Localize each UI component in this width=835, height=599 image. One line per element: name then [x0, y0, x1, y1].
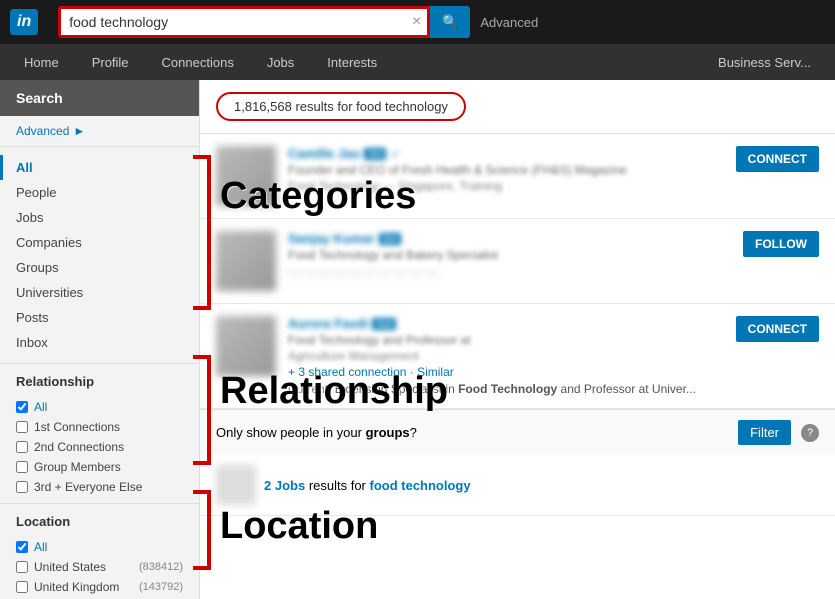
filter-2nd-checkbox[interactable]: [16, 441, 28, 453]
filter-us-count: (838412): [139, 561, 183, 573]
sidebar-search-header: Search: [0, 80, 199, 116]
filter-button[interactable]: Filter: [738, 420, 791, 445]
result-title: Food Technology and Professor at: [288, 333, 724, 347]
connect-button-3[interactable]: CONNECT: [736, 316, 819, 342]
location-section: Location All United States (838412) Unit…: [0, 503, 199, 599]
nav-interests[interactable]: Interests: [313, 44, 391, 80]
nav-business: Business Serv...: [704, 55, 825, 70]
nav-home[interactable]: Home: [10, 44, 73, 80]
degree-badge: 2nd: [372, 318, 396, 330]
result-name: Aurora Fasdi 2nd: [288, 316, 724, 331]
jobs-result: 2 Jobs results for food technology: [200, 455, 835, 516]
filter-3rd-everyone[interactable]: 3rd + Everyone Else: [16, 477, 183, 497]
category-inbox[interactable]: Inbox: [0, 330, 199, 355]
filter-us-label: United States: [34, 560, 106, 574]
filter-all-checkbox[interactable]: [16, 401, 28, 413]
filter-1st-connections[interactable]: 1st Connections: [16, 417, 183, 437]
filter-group-label: Group Members: [34, 460, 121, 474]
filter-2nd-connections[interactable]: 2nd Connections: [16, 437, 183, 457]
result-name: Sanjay Kumar 3rd: [288, 231, 731, 246]
result-subtitle: Food Technology — Singapore, Training: [288, 179, 724, 193]
filter-2nd-label: 2nd Connections: [34, 440, 124, 454]
follow-button[interactable]: FOLLOW: [743, 231, 819, 257]
sidebar-advanced-link[interactable]: Advanced ►: [0, 116, 199, 147]
search-input[interactable]: [61, 14, 406, 30]
category-companies[interactable]: Companies: [0, 230, 199, 255]
filter-us-checkbox[interactable]: [16, 561, 28, 573]
category-universities[interactable]: Universities: [0, 280, 199, 305]
relationship-section: Relationship All 1st Connections 2nd Con…: [0, 363, 199, 503]
filter-us[interactable]: United States (838412): [16, 557, 183, 577]
filter-uk-checkbox[interactable]: [16, 581, 28, 593]
results-count-box: 1,816,568 results for food technology: [216, 92, 466, 121]
category-list: All People Jobs Companies Groups Univers…: [0, 147, 199, 363]
nav-bar: Home Profile Connections Jobs Interests …: [0, 44, 835, 80]
results-area: 1,816,568 results for food technology Ca…: [200, 80, 835, 599]
nav-profile[interactable]: Profile: [78, 44, 143, 80]
results-header: 1,816,568 results for food technology: [200, 80, 835, 134]
filter-uk-count: (143792): [139, 581, 183, 593]
help-icon[interactable]: ?: [801, 424, 819, 442]
connect-button[interactable]: CONNECT: [736, 146, 819, 172]
search-bar: ×: [58, 6, 430, 38]
clear-icon[interactable]: ×: [406, 13, 427, 31]
result-name: Camille Jao 3rd ✓: [288, 146, 724, 161]
top-bar: in × 🔍 Advanced: [0, 0, 835, 44]
filter-3rd-label: 3rd + Everyone Else: [34, 480, 142, 494]
chevron-right-icon: ►: [73, 124, 85, 138]
results-count-text: 1,816,568 results for food technology: [234, 99, 448, 114]
filter-uk-label: United Kingdom: [34, 580, 119, 594]
category-groups[interactable]: Groups: [0, 255, 199, 280]
filter-bar-text: Only show people in your groups?: [216, 425, 417, 440]
result-title: Founder and CEO of Fresh Health & Scienc…: [288, 163, 724, 177]
nav-jobs[interactable]: Jobs: [253, 44, 308, 80]
filter-all-location-label: All: [34, 540, 47, 554]
filter-bar: Only show people in your groups? Filter …: [200, 409, 835, 455]
degree-badge: 3rd: [379, 233, 401, 245]
linkedin-logo: in: [10, 9, 38, 35]
filter-group-members[interactable]: Group Members: [16, 457, 183, 477]
location-title: Location: [16, 514, 183, 529]
jobs-count: 2 Jobs results for food technology: [264, 478, 471, 493]
result-item: Sanjay Kumar 3rd Food Technology and Bak…: [200, 219, 835, 304]
search-button[interactable]: 🔍: [430, 6, 470, 38]
degree-badge: 3rd: [364, 148, 386, 160]
jobs-avatar: [216, 465, 256, 505]
avatar: [216, 231, 276, 291]
result-title: Food Technology and Bakery Specialist: [288, 248, 731, 262]
category-people[interactable]: People: [0, 180, 199, 205]
filter-3rd-checkbox[interactable]: [16, 481, 28, 493]
filter-all-location-checkbox[interactable]: [16, 541, 28, 553]
filter-all-label: All: [34, 400, 47, 414]
result-subtitle: Agriculture Management: [288, 349, 724, 363]
filter-all-relationship[interactable]: All: [16, 397, 183, 417]
avatar: [216, 316, 276, 376]
result-connection: + 3 shared connection · Similar: [288, 365, 724, 379]
result-info: Aurora Fasdi 2nd Food Technology and Pro…: [288, 316, 724, 396]
result-item: Aurora Fasdi 2nd Food Technology and Pro…: [200, 304, 835, 409]
filter-uk[interactable]: United Kingdom (143792): [16, 577, 183, 597]
category-posts[interactable]: Posts: [0, 305, 199, 330]
result-info: Camille Jao 3rd ✓ Founder and CEO of Fre…: [288, 146, 724, 196]
search-container: × 🔍 Advanced: [58, 6, 538, 38]
result-current: Current: Extension Specialist in Food Te…: [288, 382, 724, 396]
nav-connections[interactable]: Connections: [148, 44, 248, 80]
result-item: Camille Jao 3rd ✓ Founder and CEO of Fre…: [200, 134, 835, 219]
avatar: [216, 146, 276, 206]
filter-group-checkbox[interactable]: [16, 461, 28, 473]
advanced-search-link[interactable]: Advanced: [480, 15, 538, 30]
result-connection: — — — — — — — — — —: [288, 265, 731, 279]
relationship-title: Relationship: [16, 374, 183, 389]
advanced-label: Advanced: [16, 124, 69, 138]
category-jobs[interactable]: Jobs: [0, 205, 199, 230]
result-info: Sanjay Kumar 3rd Food Technology and Bak…: [288, 231, 731, 279]
filter-all-location[interactable]: All: [16, 537, 183, 557]
search-icon: 🔍: [442, 14, 459, 30]
filter-1st-checkbox[interactable]: [16, 421, 28, 433]
main-content: Search Advanced ► All People Jobs Compan…: [0, 80, 835, 599]
category-all[interactable]: All: [0, 155, 199, 180]
sidebar: Search Advanced ► All People Jobs Compan…: [0, 80, 200, 599]
filter-1st-label: 1st Connections: [34, 420, 120, 434]
